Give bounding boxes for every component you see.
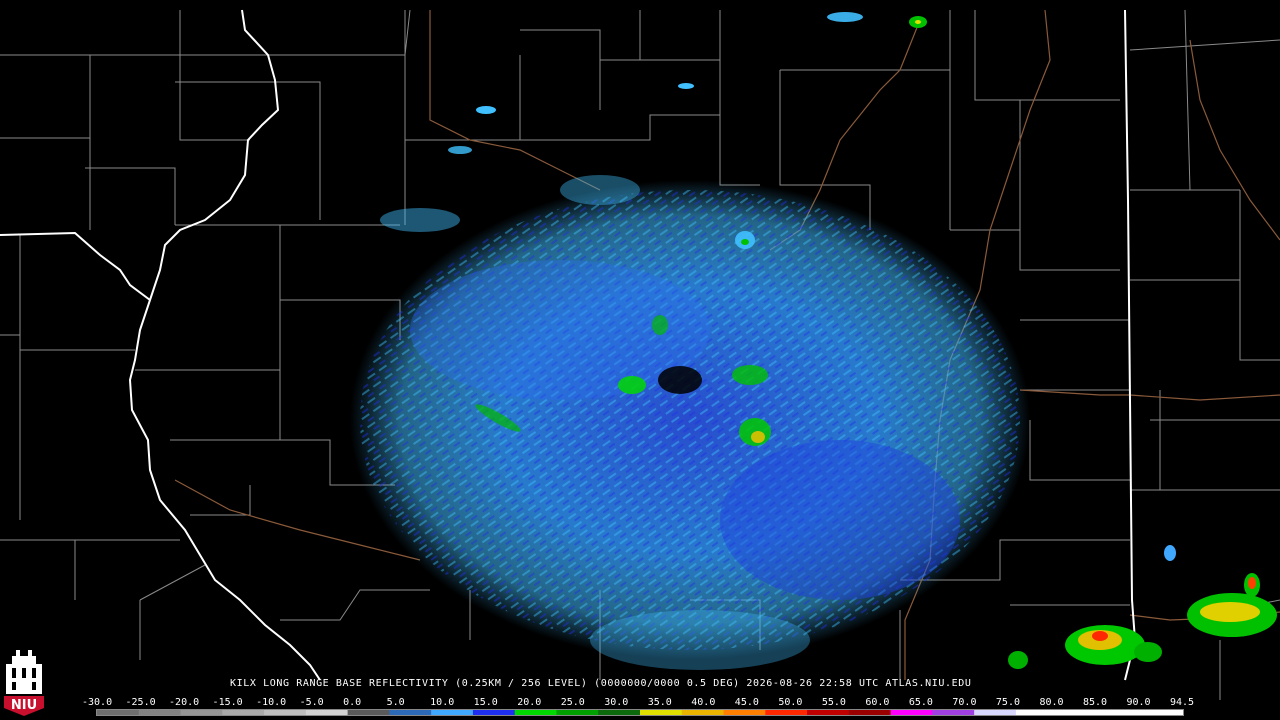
colorbar-segment bbox=[1057, 710, 1100, 715]
scale-label: -25.0 bbox=[125, 697, 156, 708]
scale-label: 45.0 bbox=[734, 697, 759, 708]
colorbar-segment bbox=[514, 710, 557, 715]
scale-label: -30.0 bbox=[82, 697, 113, 708]
colorbar-segment bbox=[765, 710, 808, 715]
scale-label: -15.0 bbox=[212, 697, 243, 708]
colorbar-segment bbox=[807, 710, 850, 715]
scale-label: 20.0 bbox=[517, 697, 542, 708]
scale-labels: -30.0 -25.0 -20.0 -15.0 -10.0 -5.0 0.0 5.0 10.0 1… bbox=[82, 697, 1200, 709]
colorbar-segment bbox=[556, 710, 599, 715]
colorbar-segment bbox=[389, 710, 432, 715]
colorbar-segment bbox=[222, 710, 265, 715]
scale-label: 85.0 bbox=[1082, 697, 1108, 708]
scale-label: 50.0 bbox=[778, 697, 803, 708]
scale-label: 40.0 bbox=[691, 697, 716, 708]
colorbar-segment bbox=[598, 710, 641, 715]
scale-label: 30.0 bbox=[604, 697, 629, 708]
colorbar-segment bbox=[974, 710, 1017, 715]
radar-map bbox=[0, 0, 1280, 720]
colorbar-segment bbox=[681, 710, 725, 715]
colorbar-segment bbox=[180, 710, 223, 715]
colorbar-segment bbox=[431, 710, 474, 715]
scale-label: 75.0 bbox=[995, 697, 1020, 708]
colorbar-segment bbox=[347, 710, 390, 715]
product-title: KILX LONG RANGE BASE REFLECTIVITY (0.25K… bbox=[230, 678, 972, 689]
colorbar-segment bbox=[723, 710, 766, 715]
scale-label: -5.0 bbox=[299, 697, 324, 708]
colorbar-segment bbox=[890, 710, 933, 715]
logo-text: NIU bbox=[10, 698, 38, 713]
scale-label: 80.0 bbox=[1039, 697, 1064, 708]
colorbar-segment bbox=[932, 710, 975, 715]
reflectivity-colorbar bbox=[96, 709, 1184, 716]
scale-label: -20.0 bbox=[169, 697, 200, 708]
colorbar-segment bbox=[1141, 710, 1183, 715]
scale-label: -10.0 bbox=[256, 697, 287, 708]
scale-label: 35.0 bbox=[647, 697, 672, 708]
colorbar-segment bbox=[1015, 710, 1059, 715]
colorbar-segment bbox=[305, 710, 349, 715]
scale-label: 90.0 bbox=[1126, 697, 1151, 708]
colorbar-segment bbox=[138, 710, 182, 715]
scale-label: 0.0 bbox=[343, 697, 362, 708]
colorbar-segment bbox=[848, 710, 892, 715]
scale-label: 15.0 bbox=[473, 697, 498, 708]
scale-label: 60.0 bbox=[865, 697, 890, 708]
scale-label: 5.0 bbox=[386, 697, 405, 708]
colorbar-segment bbox=[472, 710, 516, 715]
scale-label: 70.0 bbox=[952, 697, 977, 708]
scale-label: 55.0 bbox=[821, 697, 846, 708]
colorbar-segment bbox=[640, 710, 683, 715]
colorbar-segment bbox=[97, 710, 140, 715]
scale-label: 25.0 bbox=[560, 697, 585, 708]
scale-label: 65.0 bbox=[908, 697, 933, 708]
colorbar-segment bbox=[1099, 710, 1142, 715]
colorbar-segment bbox=[264, 710, 307, 715]
scale-label: 94.5 bbox=[1170, 697, 1195, 708]
scale-label: 10.0 bbox=[430, 697, 455, 708]
